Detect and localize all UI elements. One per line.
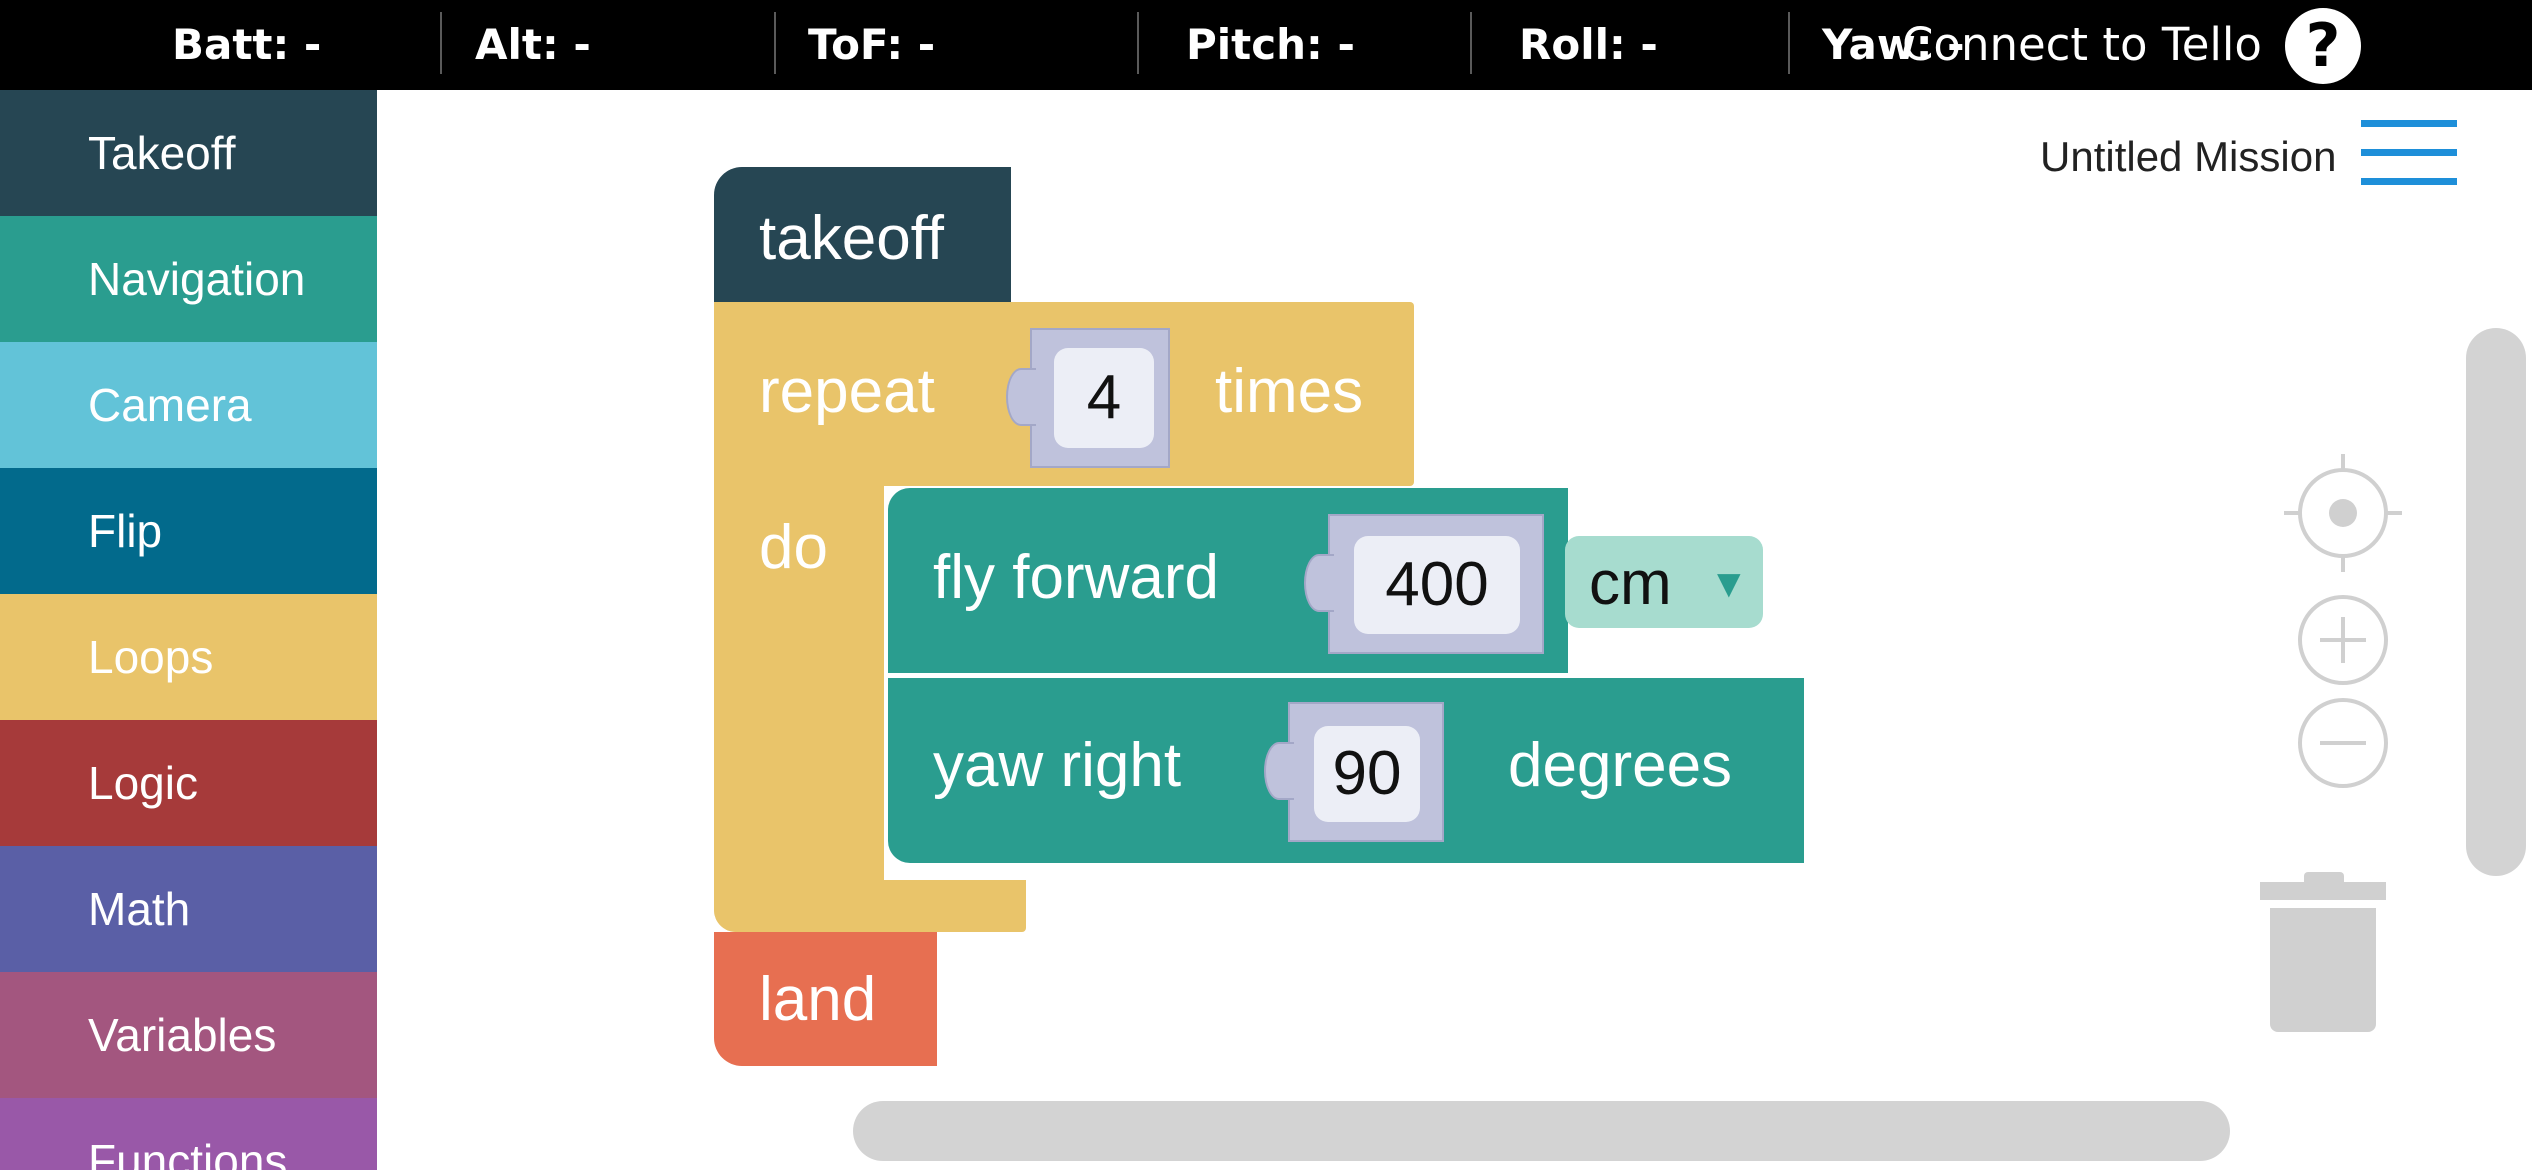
trash-icon[interactable] bbox=[2260, 872, 2386, 1032]
category-logic[interactable]: Logic bbox=[0, 720, 377, 846]
category-camera[interactable]: Camera bbox=[0, 342, 377, 468]
connect-button[interactable]: Connect to Tello bbox=[1902, 0, 2262, 90]
fly-forward-label: fly forward bbox=[933, 543, 1219, 612]
divider bbox=[774, 12, 776, 74]
repeat-count-socket: 4 bbox=[1006, 328, 1170, 468]
dropdown-arrow-icon: ▼ bbox=[1709, 562, 1749, 606]
mission-title[interactable]: Untitled Mission bbox=[2040, 133, 2336, 181]
horizontal-scrollbar[interactable] bbox=[853, 1101, 2230, 1161]
category-takeoff[interactable]: Takeoff bbox=[0, 90, 377, 216]
recenter-icon[interactable] bbox=[2284, 454, 2402, 572]
divider bbox=[1470, 12, 1472, 74]
help-icon[interactable]: ? bbox=[2285, 8, 2361, 84]
times-label: times bbox=[1215, 357, 1364, 426]
divider bbox=[1788, 12, 1790, 74]
altitude-readout: Alt: - bbox=[475, 20, 591, 69]
category-navigation[interactable]: Navigation bbox=[0, 216, 377, 342]
category-variables[interactable]: Variables bbox=[0, 972, 377, 1098]
zoom-out-icon[interactable] bbox=[2298, 698, 2388, 788]
distance-field[interactable]: 400 bbox=[1354, 536, 1520, 634]
divider bbox=[440, 12, 442, 74]
unit-value: cm bbox=[1589, 549, 1672, 618]
land-label: land bbox=[759, 965, 877, 1034]
status-bar: Batt: - Alt: - ToF: - Pitch: - Roll: - Y… bbox=[0, 0, 2532, 90]
category-functions[interactable]: Functions bbox=[0, 1098, 377, 1170]
pitch-readout: Pitch: - bbox=[1186, 20, 1355, 69]
roll-readout: Roll: - bbox=[1519, 20, 1658, 69]
category-flip[interactable]: Flip bbox=[0, 468, 377, 594]
vertical-scrollbar[interactable] bbox=[2466, 328, 2526, 876]
category-loops[interactable]: Loops bbox=[0, 594, 377, 720]
angle-socket: 90 bbox=[1264, 702, 1444, 842]
battery-readout: Batt: - bbox=[172, 20, 322, 69]
block-workspace[interactable]: Untitled Mission repeat 4 times do takeo… bbox=[377, 90, 2532, 1170]
unit-dropdown[interactable]: cm ▼ bbox=[1565, 536, 1763, 628]
category-sidebar: Takeoff Navigation Camera Flip Loops Log… bbox=[0, 90, 377, 1170]
distance-socket: 400 bbox=[1304, 514, 1544, 654]
degrees-label: degrees bbox=[1508, 731, 1733, 800]
takeoff-label: takeoff bbox=[759, 204, 945, 273]
yaw-right-label: yaw right bbox=[933, 731, 1182, 800]
repeat-count-field[interactable]: 4 bbox=[1054, 348, 1154, 448]
zoom-in-icon[interactable] bbox=[2298, 595, 2388, 685]
angle-field[interactable]: 90 bbox=[1314, 726, 1420, 822]
repeat-label: repeat bbox=[759, 357, 935, 426]
divider bbox=[1137, 12, 1139, 74]
tof-readout: ToF: - bbox=[808, 20, 936, 69]
do-label: do bbox=[759, 513, 828, 582]
category-math[interactable]: Math bbox=[0, 846, 377, 972]
menu-icon[interactable] bbox=[2361, 120, 2457, 186]
